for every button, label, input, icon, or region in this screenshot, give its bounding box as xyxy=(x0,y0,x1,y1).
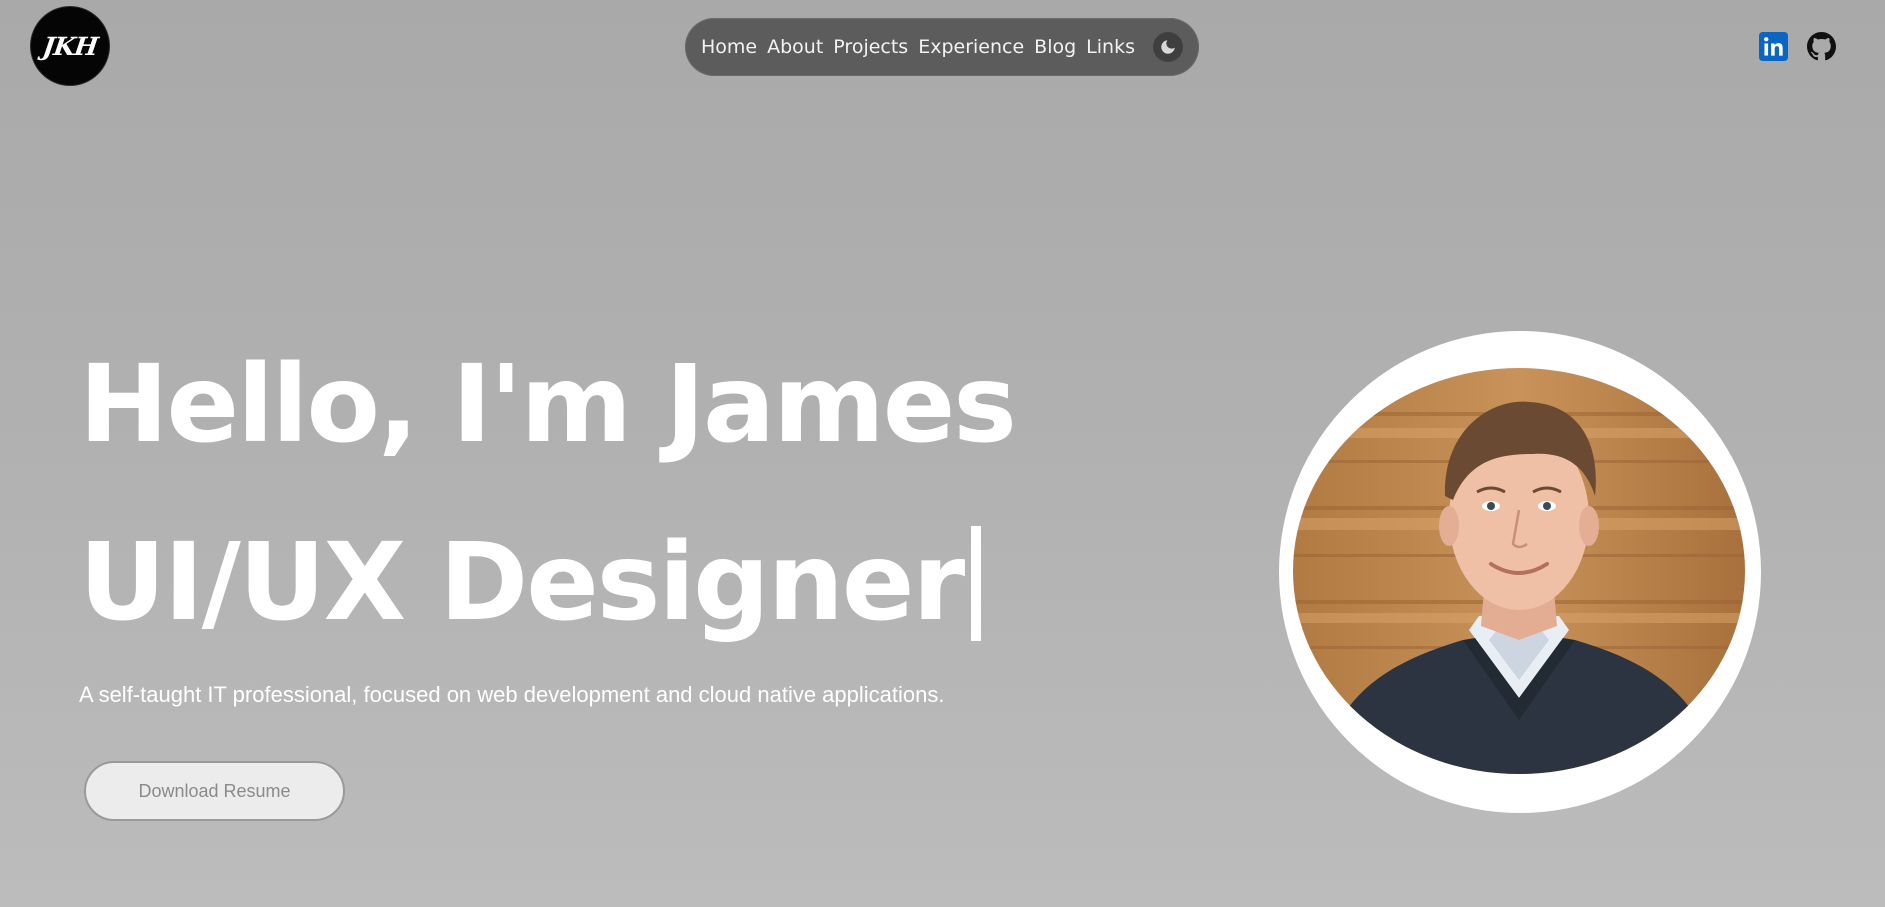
nav-blog[interactable]: Blog xyxy=(1034,36,1076,58)
nav-projects[interactable]: Projects xyxy=(833,36,908,58)
github-icon xyxy=(1807,32,1836,61)
hero-role-text: UI/UX Designer xyxy=(79,521,965,645)
nav-about[interactable]: About xyxy=(767,36,823,58)
nav-experience[interactable]: Experience xyxy=(918,36,1024,58)
main-nav: Home About Projects Experience Blog Link… xyxy=(685,18,1199,76)
download-resume-button[interactable]: Download Resume xyxy=(84,761,345,821)
moon-icon xyxy=(1161,40,1175,54)
typing-cursor xyxy=(971,526,982,641)
logo[interactable]: JKH xyxy=(31,7,109,85)
github-link[interactable] xyxy=(1807,32,1836,61)
hero-greeting: Hello, I'm James xyxy=(79,352,1017,459)
nav-home[interactable]: Home xyxy=(701,36,757,58)
profile-photo xyxy=(1293,368,1745,774)
logo-text: JKH xyxy=(40,31,100,61)
hero-role: UI/UX Designer xyxy=(79,526,982,641)
hero-greeting-text: Hello, I'm James xyxy=(79,343,1017,467)
profile-photo-illustration xyxy=(1293,368,1745,774)
linkedin-icon xyxy=(1759,32,1788,61)
linkedin-link[interactable] xyxy=(1759,32,1788,61)
hero-subtitle: A self-taught IT professional, focused o… xyxy=(79,682,945,707)
theme-toggle-button[interactable] xyxy=(1152,32,1183,62)
nav-links[interactable]: Links xyxy=(1086,36,1135,58)
